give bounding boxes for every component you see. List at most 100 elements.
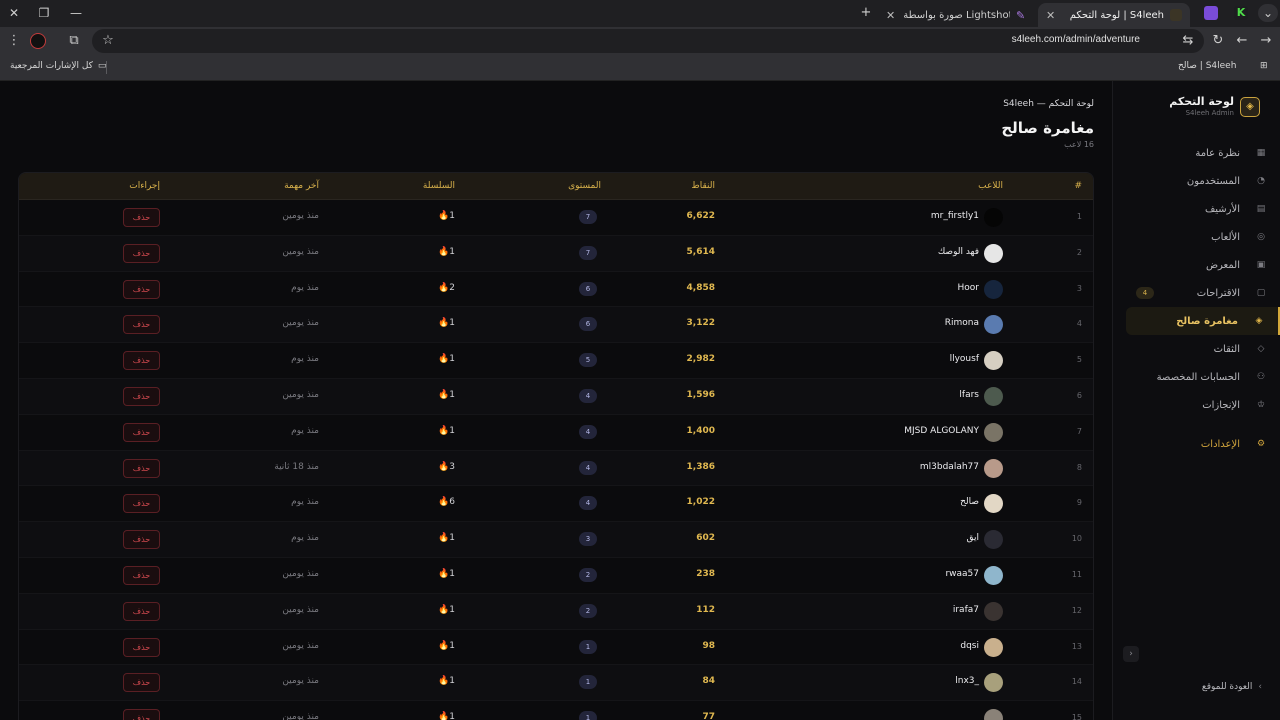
back-to-site-link[interactable]: › العودة للموقع <box>1202 682 1262 692</box>
player-name[interactable]: ml3bdalah77 <box>920 462 979 472</box>
streak-value: 1🔥 <box>434 318 455 328</box>
sidebar-item-users[interactable]: ◔ المستخدمون <box>1112 167 1280 195</box>
delete-button[interactable]: حذف <box>123 422 160 442</box>
player-name[interactable]: Hoor <box>958 283 979 293</box>
player-name[interactable]: Rimona <box>945 318 979 328</box>
collapse-sidebar-button[interactable]: ‹ <box>1123 646 1139 662</box>
sidebar-item-label: المستخدمون <box>1186 175 1240 187</box>
player-name[interactable]: rwaa57 <box>945 569 979 579</box>
forward-icon[interactable]: ← <box>1234 33 1250 49</box>
bookmark-star-icon[interactable]: ☆ <box>100 33 116 49</box>
extensions-icon[interactable]: ⧉ <box>66 33 82 49</box>
delete-button[interactable]: حذف <box>123 315 160 335</box>
player-name[interactable]: صالح <box>960 497 979 507</box>
table-body: 1 mr_firstly1 6,622 7 1🔥 منذ يومين حذف 2 فهد الو… <box>19 200 1093 720</box>
delete-button[interactable]: حذف <box>123 386 160 406</box>
bookmark-site[interactable]: صالح | S4leeh <box>1178 61 1236 71</box>
tab-close-icon[interactable]: ✕ <box>886 9 895 22</box>
url-text[interactable]: s4leeh.com/admin/adventure <box>1012 34 1140 45</box>
level-badge: 6 <box>579 281 597 296</box>
delete-button[interactable]: حذف <box>123 530 160 550</box>
level-badge: 1 <box>579 675 597 690</box>
sidebar-item-settings[interactable]: ⚙ الإعدادات <box>1112 431 1280 457</box>
user-plus-icon: ⚇ <box>1256 372 1266 382</box>
points-value: 1,596 <box>686 389 715 400</box>
player-name[interactable]: فهد الوصك <box>938 247 979 257</box>
sidebar-item-adventure[interactable]: ◈ مغامرة صالح <box>1126 307 1280 335</box>
sidebar: ◈ لوحة التحكم S4leeh Admin ▦ نظرة عامة ◔… <box>1112 81 1280 720</box>
delete-button[interactable]: حذف <box>123 494 160 514</box>
table-row: 7 MJSD ALGOLANY 1,400 4 1🔥 منذ يوم حذف <box>19 415 1093 451</box>
delete-button[interactable]: حذف <box>123 673 160 693</box>
reload-icon[interactable]: ↻ <box>1210 33 1226 49</box>
sidebar-item-trusted[interactable]: ◇ الثقات <box>1112 335 1280 363</box>
col-level: المستوى <box>568 181 601 191</box>
delete-button[interactable]: حذف <box>123 208 160 227</box>
tab-admin[interactable]: ✕ لوحة التحكم | S4leeh <box>1038 3 1190 27</box>
player-name[interactable]: _lnx3 <box>955 676 979 686</box>
delete-button[interactable]: حذف <box>123 709 160 720</box>
flame-icon: 🔥 <box>438 497 450 508</box>
minimize-window-icon[interactable]: — <box>66 4 86 22</box>
restore-window-icon[interactable]: ❐ <box>34 4 54 22</box>
last-task-time: منذ يوم <box>291 425 319 436</box>
streak-count: 1 <box>449 211 455 221</box>
back-icon[interactable]: → <box>1258 33 1274 49</box>
player-name[interactable]: llyousf <box>950 354 979 364</box>
player-name[interactable]: mr_firstly1 <box>931 211 979 221</box>
avatar <box>984 315 1003 335</box>
sidebar-item-suggestions[interactable]: ▢ الاقتراحات 4 <box>1112 279 1280 307</box>
table-row: 8 ml3bdalah77 1,386 4 3🔥 منذ 18 ثانية حذف <box>19 450 1093 487</box>
user-icon: ◔ <box>1257 176 1265 186</box>
last-task-time: منذ يوم <box>291 282 319 293</box>
grid-icon: ▦ <box>1256 148 1266 158</box>
player-name[interactable]: ايق <box>966 533 979 543</box>
sidebar-item-overview[interactable]: ▦ نظرة عامة <box>1112 139 1280 167</box>
delete-button[interactable]: حذف <box>123 243 160 263</box>
streak-count: 1 <box>449 246 455 257</box>
tab-search-icon[interactable]: ⌄ <box>1258 4 1278 22</box>
all-bookmarks[interactable]: كل الإشارات المرجعية ▭ <box>10 61 106 71</box>
profile-avatar-icon[interactable] <box>30 33 46 49</box>
twitch-icon[interactable] <box>1204 6 1218 20</box>
sidebar-item-label: مغامرة صالح <box>1176 315 1238 327</box>
flame-icon: 🔥 <box>438 246 450 257</box>
points-value: 1,400 <box>686 425 715 436</box>
streak-value: 3🔥 <box>434 462 455 472</box>
sidebar-item-gallery[interactable]: ▣ المعرض <box>1112 251 1280 279</box>
points-value: 3,122 <box>686 318 715 329</box>
player-name[interactable]: irafa7 <box>953 605 979 615</box>
player-name[interactable]: dqsi <box>960 641 979 651</box>
tab-lightshot[interactable]: ✕ صورة بواسطة Lightshot <box>878 3 1018 27</box>
feather-icon[interactable]: ✎ <box>1016 3 1030 27</box>
close-window-icon[interactable]: ✕ <box>4 4 24 22</box>
delete-button[interactable]: حذف <box>123 458 160 478</box>
streak-count: 1 <box>449 425 455 436</box>
row-index: 4 <box>1076 319 1082 329</box>
delete-button[interactable]: حذف <box>123 565 160 585</box>
apps-icon[interactable]: ⊞ <box>1260 61 1268 71</box>
player-name[interactable]: MJSD ALGOLANY <box>904 426 979 436</box>
streak-value: 1🔥 <box>434 676 455 686</box>
table-row: 4 Rimona 3,122 6 1🔥 منذ يومين حذف <box>19 307 1093 344</box>
delete-button[interactable]: حذف <box>123 601 160 621</box>
streak-value: 6🔥 <box>434 497 455 507</box>
sidebar-item-games[interactable]: ◎ الألعاب <box>1112 223 1280 251</box>
address-bar[interactable]: ☆ s4leeh.com/admin/adventure ⇆ <box>92 29 1204 53</box>
tab-close-icon[interactable]: ✕ <box>1046 9 1055 22</box>
sidebar-item-custom-accounts[interactable]: ⚇ الحسابات المخصصة <box>1112 363 1280 391</box>
sidebar-item-archive[interactable]: ▤ الأرشيف <box>1112 195 1280 223</box>
delete-button[interactable]: حذف <box>123 637 160 657</box>
sidebar-item-achievements[interactable]: ♔ الإنجازات <box>1112 391 1280 419</box>
kick-icon[interactable]: K <box>1234 6 1248 20</box>
delete-button[interactable]: حذف <box>123 351 160 371</box>
row-index: 14 <box>1071 677 1082 687</box>
level-badge: 7 <box>579 210 597 224</box>
delete-button[interactable]: حذف <box>123 279 160 299</box>
player-name[interactable]: lfars <box>959 390 979 400</box>
menu-icon[interactable]: ⋮ <box>6 33 22 49</box>
flame-icon: 🔥 <box>438 640 450 651</box>
site-settings-icon[interactable]: ⇆ <box>1180 33 1196 49</box>
brand-subtitle: S4leeh Admin <box>1185 109 1234 117</box>
new-tab-icon[interactable]: + <box>858 5 874 21</box>
